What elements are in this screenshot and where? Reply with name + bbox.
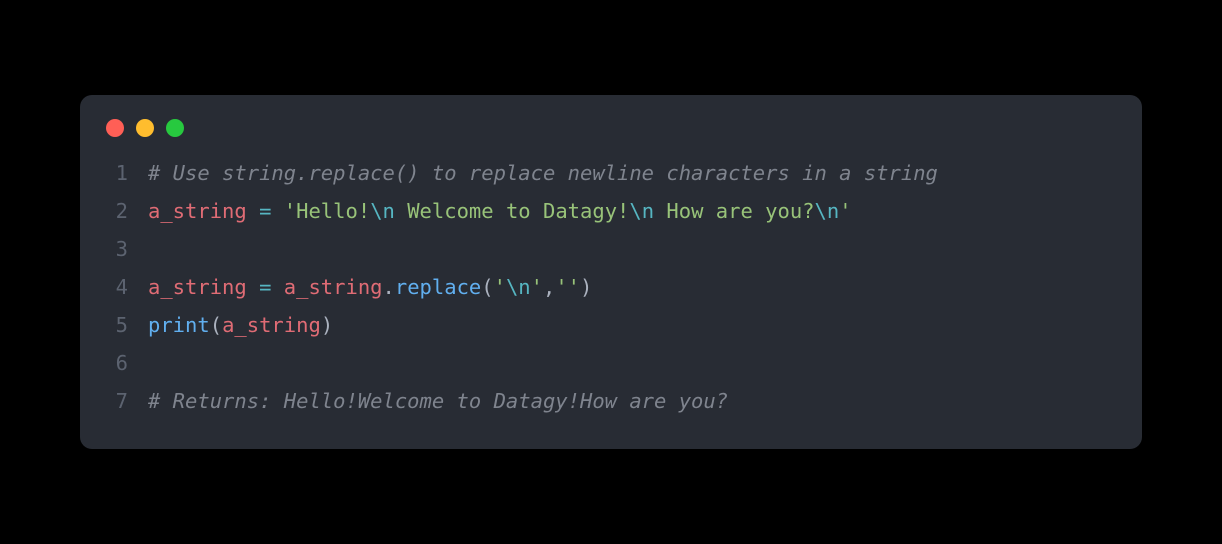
line-content: a_string = 'Hello!\n Welcome to Datagy!\… xyxy=(148,193,852,231)
minimize-icon[interactable] xyxy=(136,119,154,137)
code-line: 4 a_string = a_string.replace('\n','') xyxy=(80,269,1142,307)
code-line: 5 print(a_string) xyxy=(80,307,1142,345)
code-line: 2 a_string = 'Hello!\n Welcome to Datagy… xyxy=(80,193,1142,231)
line-number: 1 xyxy=(100,155,128,193)
line-number: 5 xyxy=(100,307,128,345)
code-line: 6 xyxy=(80,345,1142,383)
code-editor-window: 1 # Use string.replace() to replace newl… xyxy=(80,95,1142,448)
code-line: 7 # Returns: Hello!Welcome to Datagy!How… xyxy=(80,383,1142,421)
code-line: 1 # Use string.replace() to replace newl… xyxy=(80,155,1142,193)
line-number: 2 xyxy=(100,193,128,231)
line-content: # Returns: Hello!Welcome to Datagy!How a… xyxy=(148,383,728,421)
window-controls xyxy=(80,119,1142,155)
line-number: 4 xyxy=(100,269,128,307)
code-line: 3 xyxy=(80,231,1142,269)
line-number: 7 xyxy=(100,383,128,421)
maximize-icon[interactable] xyxy=(166,119,184,137)
line-number: 3 xyxy=(100,231,128,269)
close-icon[interactable] xyxy=(106,119,124,137)
code-area[interactable]: 1 # Use string.replace() to replace newl… xyxy=(80,155,1142,420)
line-content: # Use string.replace() to replace newlin… xyxy=(148,155,938,193)
line-content: a_string = a_string.replace('\n','') xyxy=(148,269,592,307)
line-number: 6 xyxy=(100,345,128,383)
line-content: print(a_string) xyxy=(148,307,333,345)
